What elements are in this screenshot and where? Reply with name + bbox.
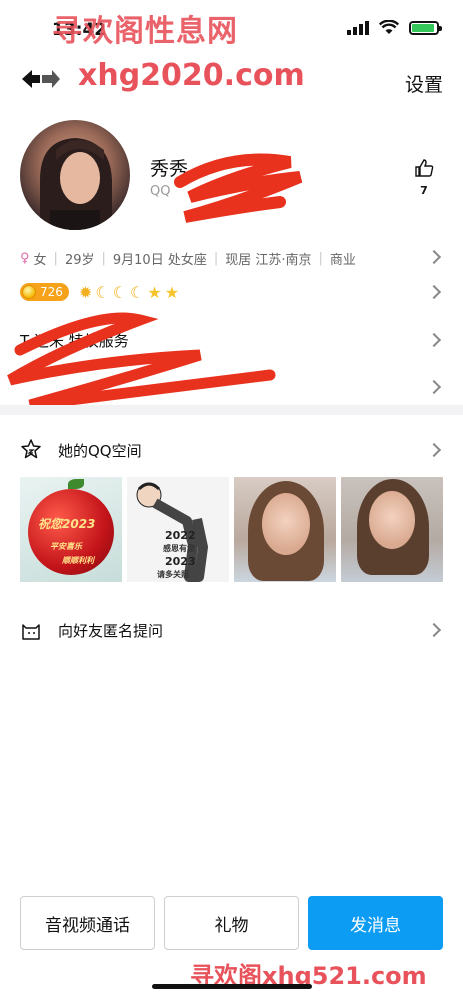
watermark-text: 寻欢阁性息网 (52, 14, 238, 49)
chevron-right-icon (426, 284, 442, 300)
photo-caption: 2022 (165, 529, 196, 542)
avatar[interactable] (20, 120, 130, 230)
like-count: 7 (420, 184, 428, 197)
status-icons (347, 20, 442, 35)
chevron-right-icon (426, 622, 442, 638)
photo-caption: 请多关照 (157, 570, 189, 579)
photo-caption: 顺顺利利 (62, 556, 94, 565)
watermark-url: xhg2020.com (78, 58, 305, 93)
level-row[interactable]: 726 ✹ ☾ ☾ ☾ ★ ★ (20, 282, 179, 302)
home-indicator[interactable] (152, 984, 312, 989)
chevron-right-icon (426, 332, 442, 348)
settings-button[interactable]: 设置 (405, 70, 443, 97)
gift-button[interactable]: 礼物 (164, 896, 299, 950)
anonymous-question-label: 向好友匿名提问 (58, 622, 164, 640)
gender-text: 女 (33, 252, 47, 268)
photo-thumbnail[interactable]: 祝您2023 平安喜乐 顺顺利利 (20, 477, 122, 582)
chevron-right-icon (426, 379, 442, 395)
female-icon: ♀ (20, 250, 30, 266)
photo-caption: 平安喜乐 (50, 542, 82, 551)
video-call-button[interactable]: 音视频通话 (20, 896, 155, 950)
photo-caption: 感恩有您 (163, 544, 195, 553)
moon-icon: ☾ (130, 282, 145, 302)
send-message-button[interactable]: 发消息 (308, 896, 443, 950)
coin-badge: 726 (20, 283, 69, 301)
star-icon: ★ (164, 282, 180, 302)
battery-icon (409, 20, 442, 35)
star-icon: ★ (147, 282, 162, 302)
coin-icon (22, 285, 36, 299)
photo-caption: 祝您2023 (38, 517, 96, 531)
anonymous-question-row[interactable]: 向好友匿名提问 (0, 612, 463, 648)
wifi-icon (379, 20, 399, 34)
sun-icon: ✹ (78, 282, 93, 302)
thumbs-up-icon (415, 159, 434, 177)
moon-icon: ☾ (95, 282, 110, 302)
redaction-scribble (174, 153, 303, 223)
qzone-row[interactable]: 她的QQ空间 (0, 432, 463, 468)
birthday-text: 9月10日 处女座 (112, 252, 207, 268)
photo-caption: 2023 (165, 555, 196, 568)
qzone-label: 她的QQ空间 (58, 442, 142, 460)
level-icons: ✹ ☾ ☾ ☾ ★ ★ (79, 283, 179, 302)
photo-thumbnail[interactable] (341, 477, 443, 582)
star-outline-icon (21, 439, 41, 459)
qzone-photo-strip: 祝您2023 平安喜乐 顺顺利利 2022 感恩有您 2023 请多关照 (20, 477, 443, 582)
cat-box-icon (22, 624, 40, 640)
section-divider (0, 405, 463, 415)
back-icon[interactable] (18, 64, 62, 94)
photo-thumbnail[interactable]: 2022 感恩有您 2023 请多关照 (127, 477, 229, 582)
like-button[interactable]: 7 (413, 158, 435, 197)
signal-icon (347, 20, 369, 35)
bottom-action-bar: 音视频通话 礼物 发消息 (20, 896, 443, 950)
photo-thumbnail[interactable] (234, 477, 336, 582)
profile-info-row[interactable]: ♀ 女 | 29岁 | 9月10日 处女座 | 现居 江苏·南京 | 商业 (20, 248, 443, 268)
moon-icon: ☾ (112, 282, 127, 302)
profile-header: 秀秀 QQ 7 (0, 110, 463, 240)
redaction-scribble (7, 312, 276, 411)
profile-qq-number: QQ (150, 184, 171, 199)
coin-value: 726 (40, 285, 63, 299)
location-text: 现居 江苏·南京 (225, 252, 312, 268)
chevron-right-icon (426, 442, 442, 458)
age-text: 29岁 (64, 252, 95, 268)
industry-text: 商业 (329, 252, 356, 268)
